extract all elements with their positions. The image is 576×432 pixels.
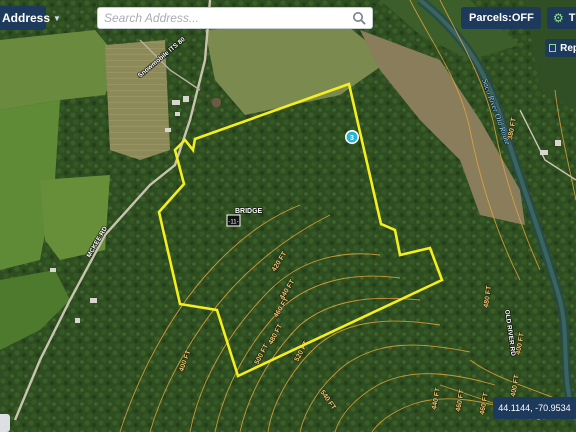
search-input[interactable]: [98, 8, 350, 28]
parcels-value: OFF: [511, 12, 534, 24]
tools-button[interactable]: ⚙ T: [547, 7, 576, 29]
search-box: [97, 7, 373, 29]
layer-menu-button[interactable]: Address ▼: [0, 6, 61, 30]
report-icon: [549, 44, 557, 52]
pin-number: 3: [350, 135, 354, 142]
search-icon[interactable]: [352, 11, 366, 25]
report-label: Rep: [560, 42, 576, 54]
bridge-marker-text: -11-: [228, 220, 238, 226]
map-control-button[interactable]: [0, 414, 10, 432]
parcels-toggle[interactable]: Parcels: OFF: [461, 7, 541, 29]
bridge-label: BRIDGE: [235, 208, 263, 215]
bridge-marker[interactable]: -11-: [226, 214, 241, 227]
chevron-down-icon: ▼: [53, 13, 61, 23]
layer-menu-label: Address: [2, 11, 51, 25]
parcels-label: Parcels:: [469, 12, 512, 24]
coordinates-readout: 44.1144, -70.9534: [493, 397, 576, 419]
map-canvas[interactable]: 420 FT 440 FT 460 FT 480 FT 500 FT 520 F…: [0, 0, 576, 432]
report-button[interactable]: Rep: [545, 39, 576, 57]
numbered-pin-icon[interactable]: 3: [345, 130, 359, 144]
gear-icon: ⚙: [553, 11, 564, 25]
tools-label: T: [568, 12, 576, 24]
